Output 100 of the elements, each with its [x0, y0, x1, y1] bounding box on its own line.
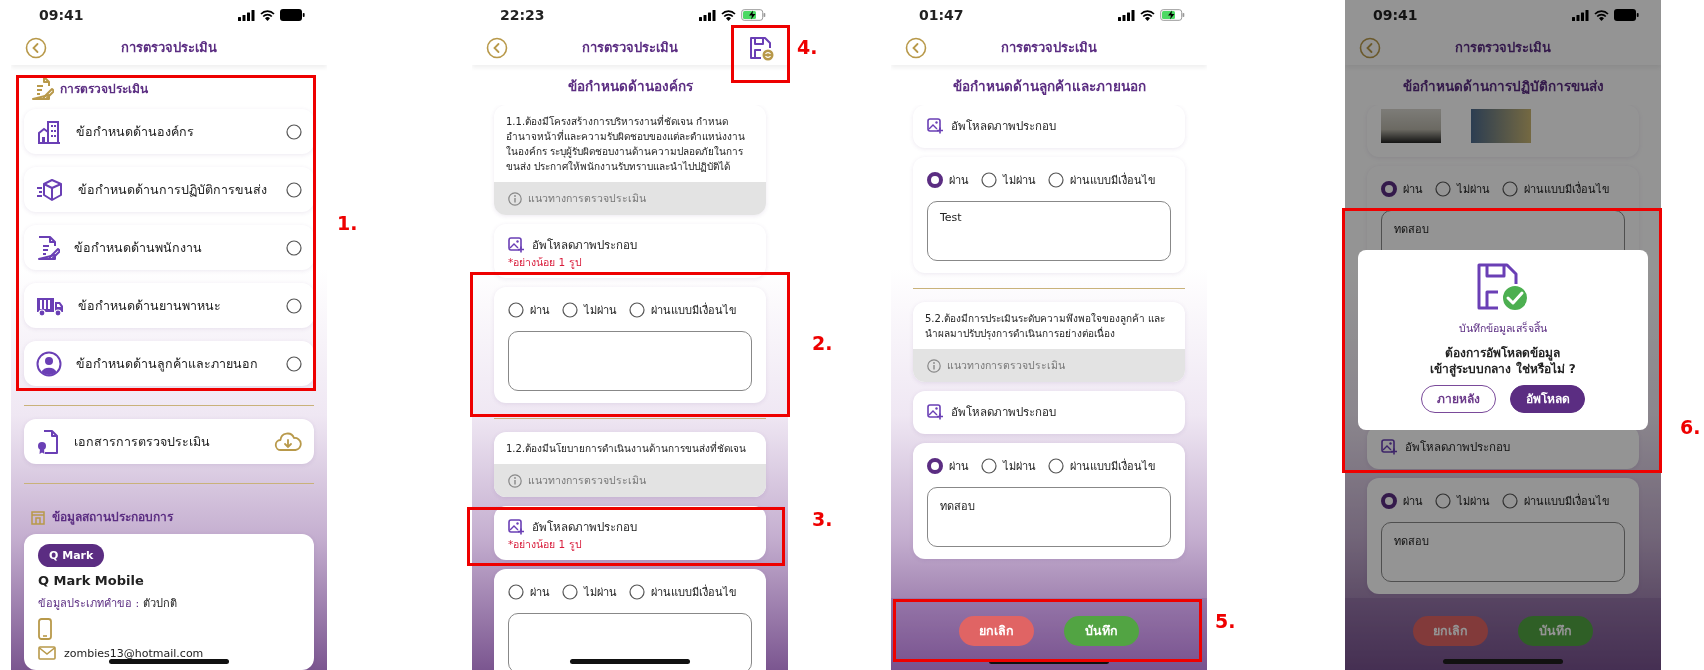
- option-label: ไม่ผ่าน: [584, 303, 617, 319]
- guideline-bar[interactable]: แนวทางการตรวจประเมิน: [913, 349, 1185, 382]
- option-label: ผ่าน: [530, 303, 550, 319]
- header-title: การตรวจประเมิน: [120, 39, 218, 57]
- guideline-bar[interactable]: แนวทางการตรวจประเมิน: [494, 182, 766, 215]
- upload-button[interactable]: อัพโหลด: [1510, 385, 1585, 413]
- option-label: ผ่าน: [530, 585, 550, 601]
- status-time: 09:41: [39, 7, 84, 23]
- menu-item[interactable]: ข้อกำหนดด้านองค์กร: [24, 109, 314, 154]
- mail-icon: [38, 646, 56, 660]
- step-number: 3.: [812, 508, 833, 530]
- guideline-label: แนวทางการตรวจประเมิน: [528, 473, 646, 488]
- step-number: 4.: [797, 36, 818, 58]
- option-label: ผ่านแบบมีเงื่อนไข: [651, 301, 737, 319]
- option-label: ไม่ผ่าน: [1003, 459, 1036, 475]
- comment-field[interactable]: ทดสอบ: [927, 487, 1171, 547]
- upload-label[interactable]: อัพโหลดภาพประกอบ: [532, 236, 637, 254]
- back-icon[interactable]: [25, 36, 47, 59]
- option-label: ผ่าน: [949, 459, 969, 475]
- radio-button[interactable]: [629, 302, 645, 318]
- option-label: ไม่ผ่าน: [1457, 494, 1490, 510]
- company-name: Q Mark Mobile: [38, 573, 144, 588]
- document-edit-icon: [30, 75, 54, 101]
- comment-field[interactable]: Test: [927, 201, 1171, 261]
- page-subtitle: ข้อกำหนดด้านองค์กร: [566, 77, 694, 96]
- comment-field[interactable]: [508, 613, 752, 670]
- radio-button[interactable]: [981, 172, 997, 188]
- upload-label[interactable]: อัพโหลดภาพประกอบ: [951, 403, 1056, 421]
- cloud-download-icon: [274, 431, 302, 452]
- guideline-bar[interactable]: แนวทางการตรวจประเมิน: [494, 464, 766, 497]
- menu-item[interactable]: ข้อกำหนดด้านพนักงาน: [24, 225, 314, 270]
- radio-button[interactable]: [508, 584, 524, 600]
- back-icon[interactable]: [486, 36, 508, 59]
- back-icon[interactable]: [905, 36, 927, 59]
- section-title: การตรวจประเมิน: [60, 80, 148, 98]
- document-icon: [36, 428, 60, 455]
- radio-button[interactable]: [927, 458, 943, 474]
- status-time: 09:41: [1373, 7, 1418, 23]
- comment-field[interactable]: ทดสอบ: [1381, 522, 1625, 582]
- radio-button[interactable]: [1502, 493, 1518, 509]
- radio-button[interactable]: [1502, 181, 1518, 197]
- radio-button[interactable]: [562, 584, 578, 600]
- save-icon[interactable]: [748, 34, 774, 61]
- option-label: ผ่าน: [1403, 182, 1423, 198]
- radio-button[interactable]: [927, 172, 943, 188]
- question-text: 1.1.ต้องมีโครงสร้างการบริหารงานที่ชัดเจน กำหนดอำนาจหน้าที่และความรับผิดชอบของแต่ละตำแหน่งงานในองค์กร ระบุผู้รับผิดชอบงานด้านความปลอดภัยในการขนส่ง ประกาศให้พนักงานรับทราบและนำไปปฏิบัติได้: [505, 113, 746, 174]
- requirement-note: *อย่างน้อย 1 รูป: [508, 537, 583, 551]
- menu-item[interactable]: ข้อกำหนดด้านการปฏิบัติการขนส่ง: [24, 167, 314, 212]
- status-time: 22:23: [500, 7, 545, 23]
- signal-icon: [238, 9, 255, 21]
- signal-icon: [699, 9, 716, 21]
- comment-field[interactable]: [508, 331, 752, 391]
- radio-button[interactable]: [1435, 493, 1451, 509]
- guideline-label: แนวทางการตรวจประเมิน: [947, 358, 1065, 373]
- field-value: ตัวปกติ: [143, 596, 178, 612]
- radio-button[interactable]: [508, 302, 524, 318]
- user-circle-icon: [36, 350, 62, 377]
- option-label: ไม่ผ่าน: [1457, 182, 1490, 198]
- document-item[interactable]: เอกสารการตรวจประเมิน: [24, 419, 314, 464]
- option-label: ไม่ผ่าน: [584, 585, 617, 601]
- upload-label[interactable]: อัพโหลดภาพประกอบ: [532, 518, 637, 536]
- upload-label[interactable]: อัพโหลดภาพประกอบ: [1405, 438, 1510, 456]
- document-edit-icon: [36, 234, 60, 261]
- radio-button[interactable]: [1048, 172, 1064, 188]
- option-label: ผ่านแบบมีเงื่อนไข: [651, 583, 737, 601]
- radio-button[interactable]: [1381, 181, 1397, 197]
- question-text: 1.2.ต้องมีนโยบายการดำเนินงานด้านการขนส่งที่ชัดเจน: [505, 440, 748, 456]
- option-label: ผ่าน: [949, 173, 969, 189]
- header-title: การตรวจประเมิน: [581, 39, 679, 57]
- image-add-icon: [927, 404, 943, 420]
- menu-item[interactable]: ข้อกำหนดด้านยานพาหนะ: [24, 283, 314, 328]
- signal-icon: [1572, 9, 1589, 21]
- upload-label[interactable]: อัพโหลดภาพประกอบ: [951, 117, 1056, 135]
- photo-placeholder[interactable]: [1381, 109, 1441, 143]
- building-icon: [36, 118, 62, 145]
- header-title: การตรวจประเมิน: [1000, 39, 1098, 57]
- field-label: ข้อมูลประเภทคำขอ :: [38, 596, 140, 612]
- radio-button[interactable]: [629, 584, 645, 600]
- signal-icon: [1118, 9, 1135, 21]
- requirement-note: *อย่างน้อย 1 รูป: [508, 255, 583, 269]
- radio-button[interactable]: [1435, 181, 1451, 197]
- option-label: ผ่านแบบมีเงื่อนไข: [1524, 492, 1610, 510]
- option-label: ผ่าน: [1403, 494, 1423, 510]
- step-number: 1.: [337, 212, 358, 234]
- mobile-phone-icon: [38, 618, 52, 640]
- wifi-icon: [721, 9, 736, 21]
- dialog-title: บันทึกข้อมูลเสร็จสิ้น: [1459, 320, 1547, 337]
- radio-button[interactable]: [981, 458, 997, 474]
- company-tag: Q Mark: [38, 544, 105, 567]
- option-label: ผ่านแบบมีเงื่อนไข: [1070, 171, 1156, 189]
- radio-button[interactable]: [562, 302, 578, 318]
- radio-button[interactable]: [1381, 493, 1397, 509]
- image-add-icon: [508, 519, 524, 535]
- section-title: ข้อมูลสถานประกอบการ: [52, 509, 173, 526]
- radio-button[interactable]: [1048, 458, 1064, 474]
- wifi-icon: [260, 9, 275, 21]
- info-icon: [508, 191, 522, 206]
- package-icon: [36, 176, 64, 203]
- menu-item[interactable]: ข้อกำหนดด้านลูกค้าและภายนอก: [24, 341, 314, 386]
- question-text: 5.2.ต้องมีการประเมินระดับความพึงพอใจของลูกค้า และนำผลมาปรับปรุงการดำเนินการอย่างต่อเนื่อง: [924, 312, 1167, 342]
